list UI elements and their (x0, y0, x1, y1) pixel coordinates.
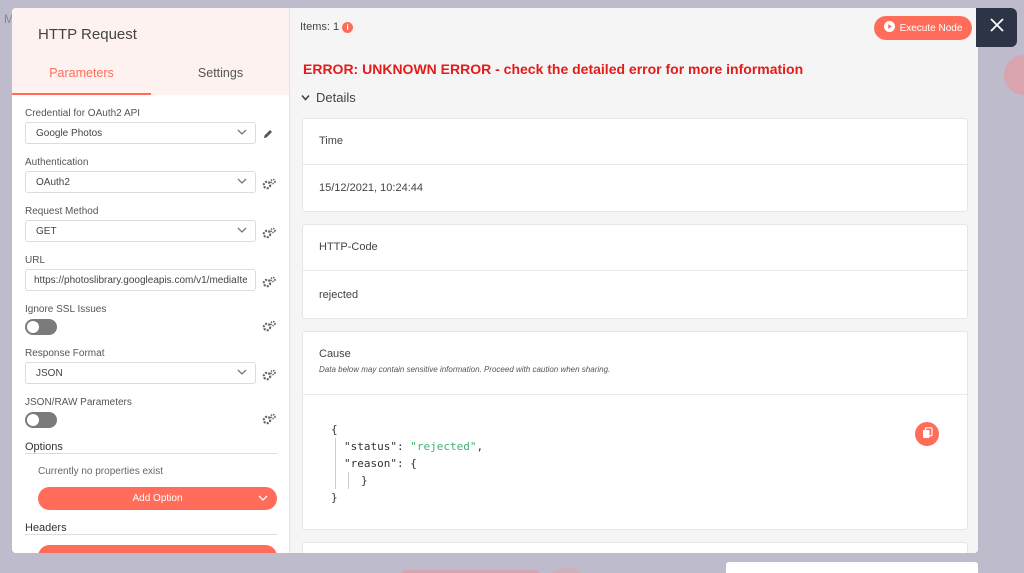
http-code-label: HTTP-Code (303, 225, 967, 271)
close-icon (989, 17, 1005, 38)
json-viewer: { "status": "rejected", "reason": { } } (331, 421, 483, 506)
url-label: URL (25, 255, 46, 266)
tab-parameters[interactable]: Parameters (12, 60, 151, 95)
request-method-select[interactable]: GET (25, 220, 256, 242)
time-label: Time (303, 119, 967, 165)
json-reason-close: } (348, 472, 483, 489)
chevron-down-icon (301, 90, 310, 105)
options-divider (25, 453, 277, 454)
gears-icon[interactable] (262, 412, 276, 430)
http-code-card: HTTP-Code rejected (302, 224, 968, 319)
json-status-value: "rejected" (410, 440, 477, 453)
add-option-label: Add Option (132, 493, 183, 504)
json-entries: "status": "rejected", "reason": { } (335, 438, 483, 489)
toggle-knob (27, 321, 39, 333)
add-header-button[interactable] (38, 545, 277, 553)
tab-settings[interactable]: Settings (151, 60, 290, 95)
ignore-ssl-toggle[interactable] (25, 319, 57, 335)
gears-icon[interactable] (262, 319, 276, 337)
ignore-ssl-label: Ignore SSL Issues (25, 304, 107, 315)
background-circle (552, 568, 580, 573)
close-button[interactable] (976, 8, 1017, 47)
execute-node-label: Execute Node (899, 22, 963, 34)
url-input[interactable] (25, 269, 256, 291)
node-details-modal: HTTP Request Parameters Settings Credent… (12, 8, 978, 553)
gears-icon[interactable] (262, 177, 276, 195)
chevron-down-icon (236, 366, 248, 381)
details-label: Details (316, 90, 356, 105)
chevron-down-icon (257, 492, 269, 507)
json-status-line: "status": "rejected", (344, 440, 484, 453)
response-format-label: Response Format (25, 348, 105, 359)
chevron-down-icon (236, 126, 248, 141)
json-open-brace: { (331, 423, 338, 436)
time-value: 15/12/2021, 10:24:44 (319, 182, 423, 194)
response-format-value: JSON (36, 368, 63, 379)
sensitive-warning: Data below may contain sensitive informa… (319, 365, 611, 374)
options-title: Options (25, 441, 63, 453)
json-raw-toggle[interactable] (25, 412, 57, 428)
json-status-key: "status" (344, 440, 397, 453)
request-method-label: Request Method (25, 206, 99, 217)
node-header: HTTP Request Parameters Settings (12, 8, 289, 95)
credential-select[interactable]: Google Photos (25, 122, 256, 144)
output-panel: Items: 1 i Execute Node ERROR: UNKNOWN E… (290, 8, 978, 553)
headers-title: Headers (25, 522, 67, 534)
credential-label: Credential for OAuth2 API (25, 108, 141, 119)
request-method-value: GET (36, 226, 57, 237)
details-toggle[interactable]: Details (301, 90, 356, 105)
copy-button[interactable] (915, 422, 939, 446)
play-icon (883, 21, 895, 35)
json-reason-key: "reason" (344, 457, 397, 470)
parameters-panel: HTTP Request Parameters Settings Credent… (12, 8, 290, 553)
node-tabs: Parameters Settings (12, 60, 290, 95)
pencil-icon[interactable] (262, 127, 274, 145)
chevron-down-icon (236, 224, 248, 239)
authentication-label: Authentication (25, 157, 89, 168)
json-raw-label: JSON/RAW Parameters (25, 397, 132, 408)
gears-icon[interactable] (262, 226, 276, 244)
options-empty-text: Currently no properties exist (38, 466, 164, 477)
background-node (1004, 55, 1024, 95)
authentication-select[interactable]: OAuth2 (25, 171, 256, 193)
json-close-brace: } (331, 491, 338, 504)
error-title: ERROR: UNKNOWN ERROR - check the detaile… (303, 61, 804, 77)
cause-header: Cause Data below may contain sensitive i… (303, 332, 967, 395)
add-option-button[interactable]: Add Option (38, 487, 277, 510)
gears-icon[interactable] (262, 368, 276, 386)
time-card: Time 15/12/2021, 10:24:44 (302, 118, 968, 212)
gears-icon[interactable] (262, 275, 276, 293)
info-icon[interactable]: i (342, 21, 354, 33)
cause-label: Cause (319, 348, 351, 360)
cause-body: { "status": "rejected", "reason": { } } (303, 395, 967, 530)
items-count: Items: 1 i (300, 21, 354, 33)
json-reason-line: "reason": { (344, 457, 417, 470)
chevron-down-icon (236, 175, 248, 190)
response-format-select[interactable]: JSON (25, 362, 256, 384)
authentication-value: OAuth2 (36, 177, 70, 188)
execute-node-button[interactable]: Execute Node (874, 16, 972, 40)
headers-divider (25, 534, 277, 535)
next-card (302, 542, 968, 553)
http-code-value: rejected (319, 289, 359, 301)
node-title: HTTP Request (38, 26, 137, 43)
background-panel (726, 562, 978, 573)
items-label: Items: 1 (300, 21, 340, 33)
cause-card: Cause Data below may contain sensitive i… (302, 331, 968, 530)
toggle-knob (27, 414, 39, 426)
copy-icon (922, 426, 933, 442)
credential-value: Google Photos (36, 128, 103, 139)
